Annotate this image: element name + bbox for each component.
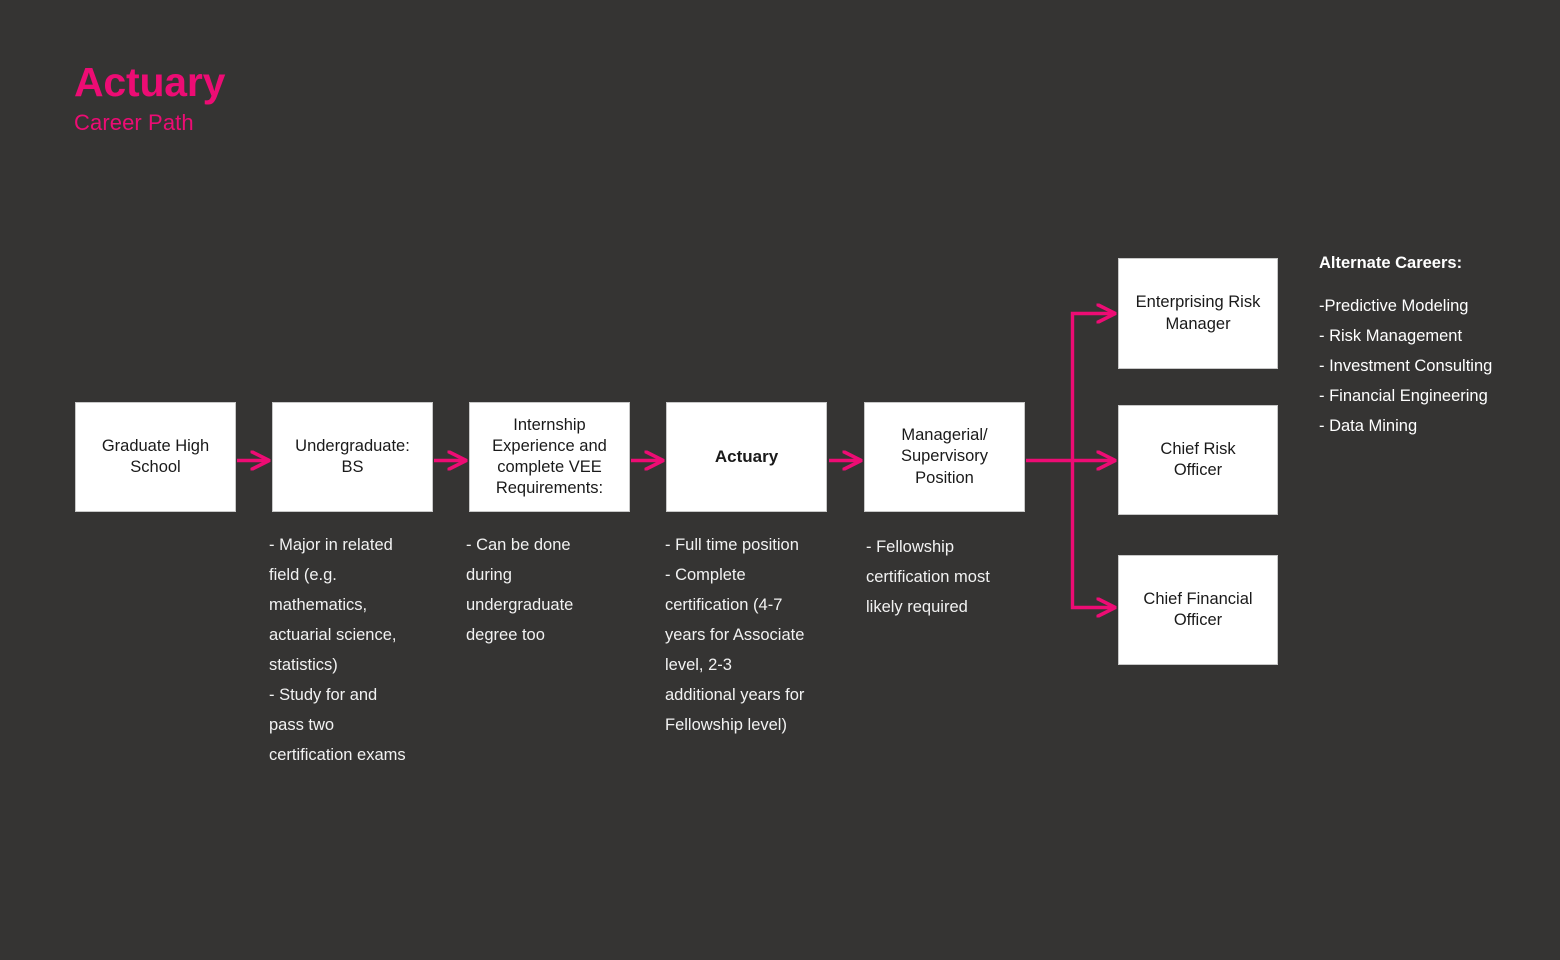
note-managerial: - Fellowship certification most likely r… xyxy=(866,538,990,617)
note-actuary: - Full time position - Complete certific… xyxy=(665,536,805,735)
flow-box-label: Graduate High School xyxy=(101,436,210,476)
arrow-branch-to-enterprising-risk-manager xyxy=(1070,314,1115,461)
alternate-career-item: - Data Mining xyxy=(1319,417,1418,436)
alternate-career-item: -Predictive Modeling xyxy=(1319,297,1469,315)
arrow-branch-to-chief-financial-officer xyxy=(1070,460,1115,608)
alternate-careers-panel: Alternate Careers: -Predictive Modeling … xyxy=(1319,254,1492,441)
flow-box-label: Managerial/ Supervisory Position xyxy=(900,426,989,487)
flow-box-label: Undergraduate: BS xyxy=(295,436,410,476)
flow-box-undergraduate-bs[interactable]: Undergraduate: BS xyxy=(272,402,433,512)
flow-box-label: Chief Risk Officer xyxy=(1160,439,1236,479)
note-undergraduate: - Major in related field (e.g. mathemati… xyxy=(269,536,406,765)
alternate-career-item: - Investment Consulting xyxy=(1319,357,1493,376)
flow-box-chief-risk-officer[interactable]: Chief Risk Officer xyxy=(1118,405,1278,515)
flow-box-actuary[interactable]: Actuary xyxy=(666,402,827,512)
alternate-career-item: - Risk Management xyxy=(1319,327,1463,346)
alternate-careers-title: Alternate Careers: xyxy=(1319,254,1463,272)
flow-box-managerial-supervisory[interactable]: Managerial/ Supervisory Position xyxy=(864,402,1025,512)
page-title: Actuary xyxy=(74,59,226,105)
alternate-career-item: - Financial Engineering xyxy=(1319,387,1488,406)
flow-box-label: Chief Financial Officer xyxy=(1143,589,1253,629)
flow-box-label: Enterprising Risk Manager xyxy=(1135,293,1261,333)
note-internship: - Can be done during undergraduate degre… xyxy=(466,536,574,645)
flow-box-graduate-high-school[interactable]: Graduate High School xyxy=(75,402,236,512)
flow-box-internship-vee[interactable]: Internship Experience and complete VEE R… xyxy=(469,402,630,512)
title-block: Actuary Career Path xyxy=(74,62,225,134)
flow-box-enterprising-risk-manager[interactable]: Enterprising Risk Manager xyxy=(1118,258,1278,369)
flow-box-chief-financial-officer[interactable]: Chief Financial Officer xyxy=(1118,555,1278,665)
diagram-canvas: Actuary Career Path Graduate High School… xyxy=(0,0,1560,960)
flow-box-label: Internship Experience and complete VEE R… xyxy=(492,415,607,498)
page-subtitle: Career Path xyxy=(74,110,194,135)
flow-box-label: Actuary xyxy=(714,447,779,467)
